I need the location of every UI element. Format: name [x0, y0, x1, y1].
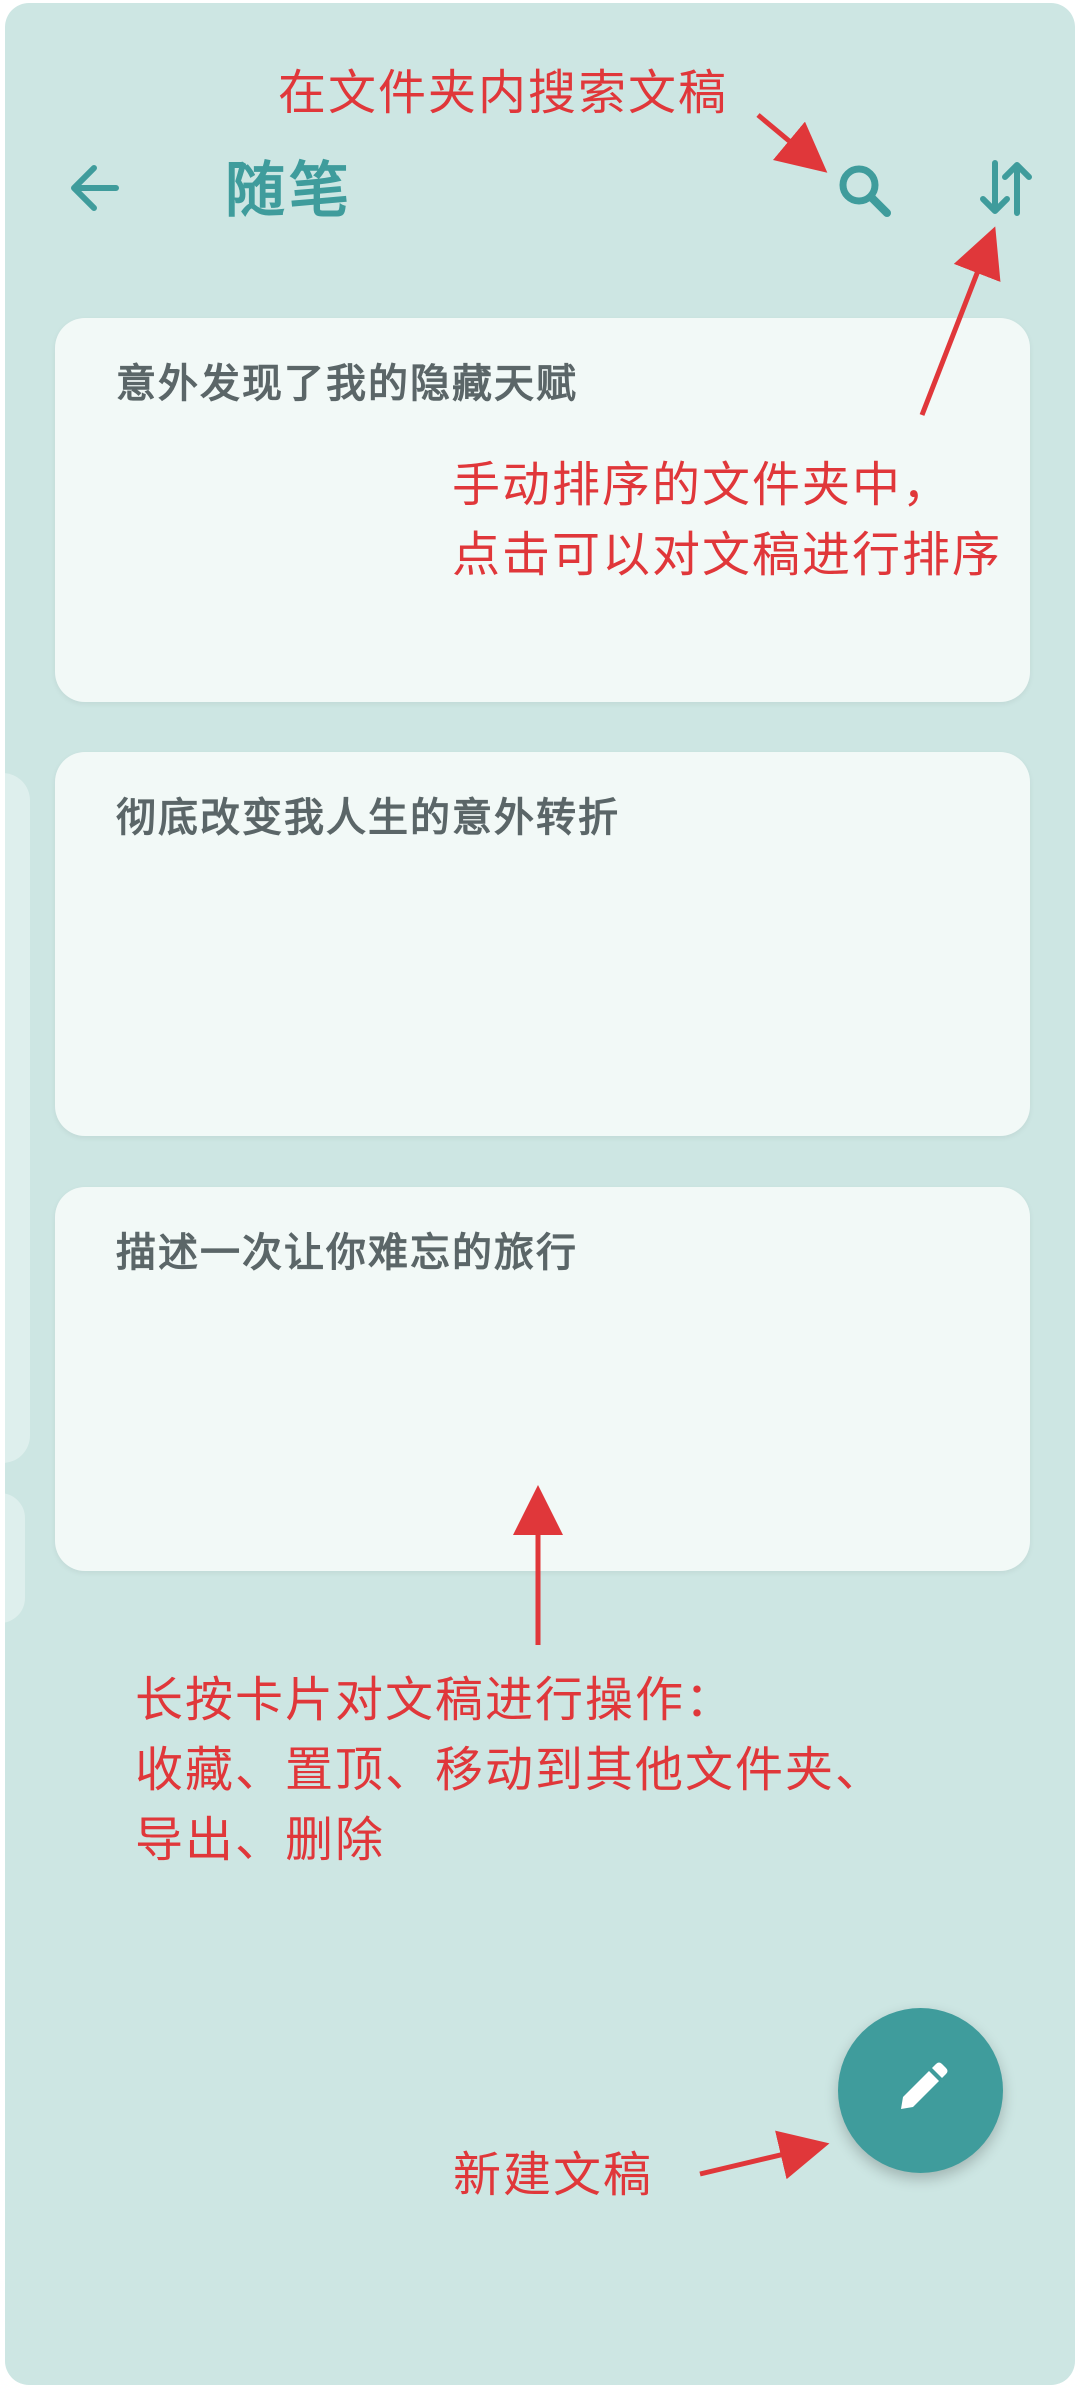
draft-card-title: 彻底改变我人生的意外转折: [116, 795, 620, 841]
search-button[interactable]: [825, 153, 905, 233]
page-title: 随笔: [225, 156, 353, 226]
annotation-search: 在文件夹内搜索文稿: [278, 65, 729, 121]
annotation-long-press-line: 导出、删除: [135, 1812, 386, 1868]
sort-button[interactable]: [965, 153, 1045, 233]
arrow-left-icon: [71, 165, 119, 211]
app-screen: 随笔 意外发现了我的隐藏天赋 彻底改变我人生的意外转折 描述一次让你难忘的旅行: [5, 3, 1075, 2385]
annotation-sort-line: 手动排序的文件夹中，: [452, 457, 953, 513]
draft-card[interactable]: 彻底改变我人生的意外转折: [55, 752, 1030, 1136]
sort-icon: [980, 160, 1032, 216]
annotation-sort: 手动排序的文件夹中， 点击可以对文稿进行排序: [452, 450, 1002, 590]
pencil-icon: [901, 2062, 948, 2109]
annotation-new-draft: 新建文稿: [453, 2147, 654, 2203]
annotation-long-press: 长按卡片对文稿进行操作： 收藏、置顶、移动到其他文件夹、 导出、删除: [135, 1665, 885, 1875]
draft-card-title: 意外发现了我的隐藏天赋: [116, 361, 578, 407]
annotation-sort-line: 点击可以对文稿进行排序: [452, 527, 1003, 583]
search-icon: [839, 165, 891, 217]
background-card-edge: [5, 773, 30, 1463]
annotation-long-press-line: 收藏、置顶、移动到其他文件夹、: [135, 1742, 886, 1798]
annotation-long-press-line: 长按卡片对文稿进行操作：: [135, 1672, 736, 1728]
draft-card[interactable]: 描述一次让你难忘的旅行: [55, 1187, 1030, 1571]
back-button[interactable]: [60, 153, 130, 223]
background-card-edge: [5, 1493, 25, 1623]
new-draft-button[interactable]: [838, 2008, 1003, 2173]
draft-card-title: 描述一次让你难忘的旅行: [116, 1230, 578, 1276]
